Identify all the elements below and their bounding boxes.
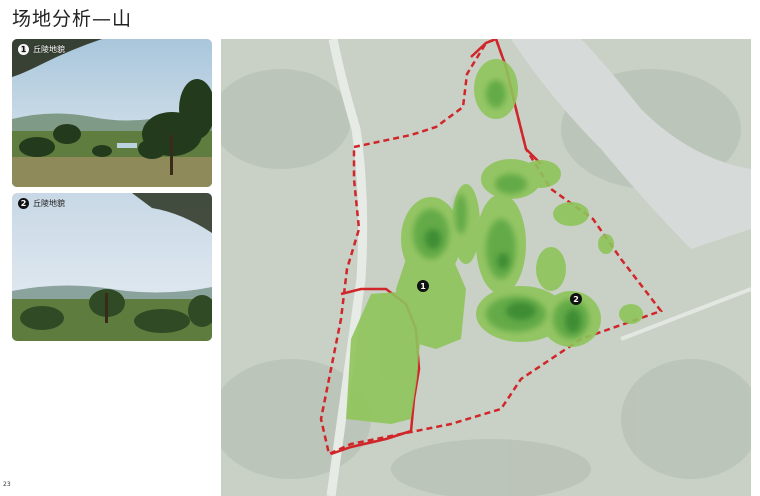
- map-marker-2: 2: [570, 293, 582, 305]
- site-hill-analysis-map: 1 2: [221, 39, 751, 496]
- photo-1-image: [12, 39, 212, 187]
- photo-2-image: [12, 193, 212, 341]
- photo-2-number-badge: 2: [18, 198, 29, 209]
- photo-1-caption-text: 丘陵地貌: [33, 45, 65, 54]
- aerial-map: [221, 39, 751, 496]
- page-title: 场地分析—山: [12, 8, 133, 30]
- photo-1-caption: 1 丘陵地貌: [18, 44, 65, 55]
- photo-hill-landscape-2: 2 丘陵地貌: [12, 193, 212, 341]
- page-number: 23: [3, 481, 11, 488]
- map-marker-1: 1: [417, 280, 429, 292]
- photo-hill-landscape-1: 1 丘陵地貌: [12, 39, 212, 187]
- photo-2-caption-text: 丘陵地貌: [33, 199, 65, 208]
- photo-2-caption: 2 丘陵地貌: [18, 198, 65, 209]
- photo-1-number-badge: 1: [18, 44, 29, 55]
